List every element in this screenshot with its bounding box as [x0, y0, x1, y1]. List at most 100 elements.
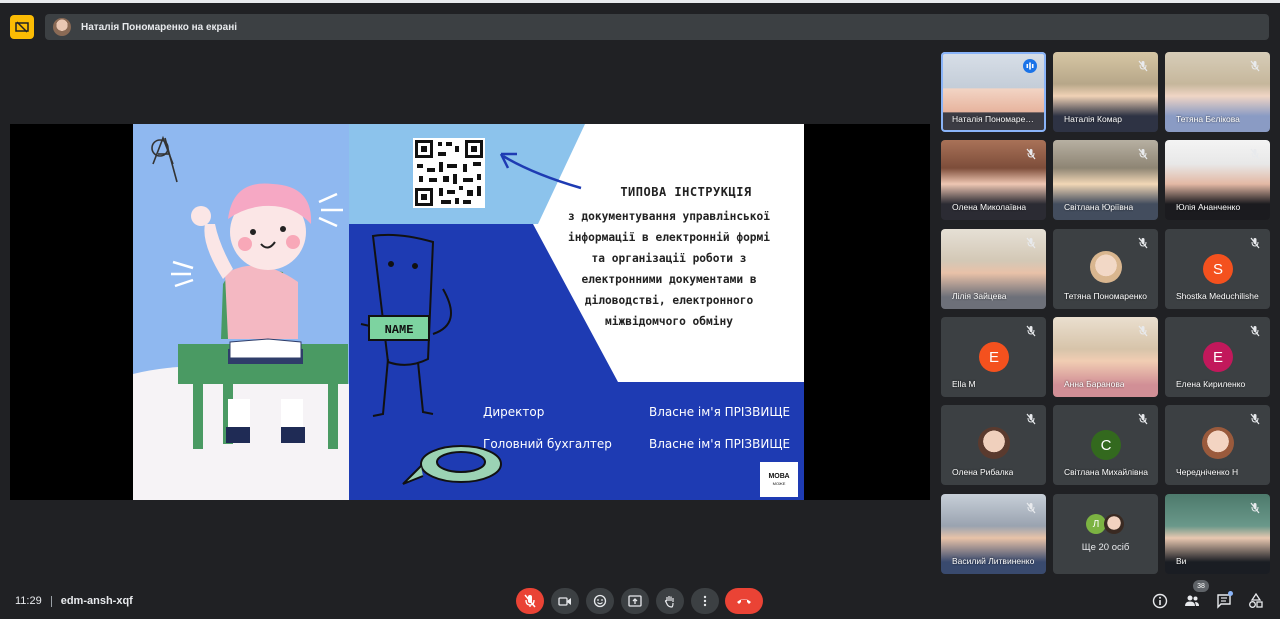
info-icon — [1152, 593, 1168, 609]
participant-avatar — [1090, 251, 1122, 283]
participant-avatar — [1104, 514, 1124, 534]
participant-name: Ви — [1176, 556, 1187, 566]
mic-off-icon — [1249, 236, 1261, 249]
participant-tile[interactable]: Ви — [1165, 494, 1270, 574]
participant-initial-avatar: E — [979, 342, 1009, 372]
participant-name: Наталія Пономаренко — [952, 114, 1037, 124]
participant-tile[interactable]: Юлія Ананченко — [1165, 140, 1270, 220]
participant-initial-avatar: Л — [1086, 514, 1106, 534]
mic-off-icon — [524, 594, 536, 608]
participant-name: Ella M — [952, 379, 976, 389]
mic-off-icon — [1249, 147, 1261, 160]
participant-tile[interactable]: E Елена Кириленко — [1165, 317, 1270, 397]
participant-name: Shostka Meduchilishe — [1176, 291, 1259, 301]
mic-off-icon — [1249, 324, 1261, 337]
participant-tile[interactable]: Лілія Зайцева — [941, 229, 1046, 309]
camera-icon — [558, 597, 571, 606]
mic-off-icon — [1025, 147, 1037, 160]
participant-tile[interactable]: Олена Рибалка — [941, 405, 1046, 485]
leave-call-button[interactable] — [725, 588, 763, 614]
meeting-code: edm-ansh-xqf — [60, 595, 133, 607]
activities-icon — [1249, 593, 1263, 608]
meeting-time: 11:29 — [15, 595, 42, 607]
participant-tile[interactable]: Л Ще 20 осіб — [1053, 494, 1158, 574]
participant-name: Юлія Ананченко — [1176, 202, 1241, 212]
presentation-slide: NAME ТИПОВА ІНСТРУКЦІЯ з документування … — [133, 124, 804, 500]
participant-name: Наталія Комар — [1064, 114, 1122, 124]
chat-button[interactable] — [1213, 590, 1235, 612]
participant-tile[interactable]: Тетяна Пономаренко — [1053, 229, 1158, 309]
participant-name: Чередніченко Н — [1176, 467, 1239, 477]
slide-sign-text: NAME — [385, 323, 414, 337]
participant-avatar — [978, 427, 1010, 459]
participant-name: Олена Рибалка — [952, 467, 1014, 477]
participant-name: Анна Баранова — [1064, 379, 1125, 389]
mic-off-icon — [1137, 236, 1149, 249]
mic-off-icon — [1249, 412, 1261, 425]
participant-tile[interactable]: Наталія Пономаренко — [941, 52, 1046, 132]
participant-name: Світлана Михайлівна — [1064, 467, 1148, 477]
more-vert-icon — [703, 595, 707, 607]
mic-off-icon — [1249, 59, 1261, 72]
reactions-button[interactable] — [586, 588, 614, 614]
participant-tile[interactable]: Наталія Комар — [1053, 52, 1158, 132]
mic-off-icon — [1025, 236, 1037, 249]
divider — [50, 595, 52, 607]
activities-button[interactable] — [1245, 590, 1267, 612]
browser-top-edge — [0, 0, 1280, 3]
present-now-button[interactable] — [621, 588, 649, 614]
shared-screen[interactable]: NAME ТИПОВА ІНСТРУКЦІЯ з документування … — [10, 124, 930, 500]
more-options-button[interactable] — [691, 588, 719, 614]
participant-name: Тетяна Бєлікова — [1176, 114, 1240, 124]
mic-off-icon — [1249, 501, 1261, 514]
slide-row-name-2: Власне ім'я ПРІЗВИЩЕ — [649, 437, 791, 451]
participant-tile[interactable]: Олена Миколаївна — [941, 140, 1046, 220]
emoji-icon — [593, 594, 607, 608]
hang-up-icon — [737, 599, 751, 604]
participant-tile[interactable]: Анна Баранова — [1053, 317, 1158, 397]
presenter-label: Наталія Пономаренко на екрані — [81, 21, 238, 33]
people-button[interactable] — [1181, 590, 1203, 612]
participant-name: Тетяна Пономаренко — [1064, 291, 1147, 301]
slide-title: ТИПОВА ІНСТРУКЦІЯ — [620, 185, 752, 199]
participant-name: Світлана Юріївна — [1064, 202, 1134, 212]
present-screen-icon — [628, 595, 642, 607]
hand-icon — [664, 596, 674, 608]
more-participants-avatars: Л — [1086, 514, 1124, 534]
slide-row-role-1: Директор — [483, 405, 545, 419]
presenter-banner: Наталія Пономаренко на екрані — [45, 14, 1269, 40]
mic-off-icon — [1137, 147, 1149, 160]
chat-notification-dot — [1228, 591, 1233, 596]
participant-name: Олена Миколаївна — [952, 202, 1027, 212]
participant-name: Лілія Зайцева — [952, 291, 1007, 301]
participant-initial-avatar: E — [1203, 342, 1233, 372]
participant-tile[interactable]: S Shostka Meduchilishe — [1165, 229, 1270, 309]
participant-initial-avatar: С — [1091, 430, 1121, 460]
slide-body: з документування управлінської інформаці… — [567, 210, 771, 328]
mic-off-icon — [1137, 59, 1149, 72]
qr-code — [413, 138, 485, 208]
participant-tile[interactable]: С Світлана Михайлівна — [1053, 405, 1158, 485]
mic-off-icon — [1025, 412, 1037, 425]
speaking-indicator-icon — [1023, 59, 1037, 73]
mic-off-icon — [1137, 412, 1149, 425]
participant-avatar — [1202, 427, 1234, 459]
more-participants-label: Ще 20 осіб — [1081, 542, 1130, 553]
participant-name: Василий Литвиненко — [952, 556, 1035, 566]
mic-toggle-button[interactable] — [516, 588, 544, 614]
participant-tile[interactable]: Василий Литвиненко — [941, 494, 1046, 574]
meeting-details-button[interactable] — [1149, 590, 1171, 612]
mic-off-icon — [1137, 324, 1149, 337]
slide-row-name-1: Власне ім'я ПРІЗВИЩЕ — [649, 405, 791, 419]
participant-tile[interactable]: E Ella M — [941, 317, 1046, 397]
slide-logo: МОВА МОЖЕ — [760, 462, 798, 497]
participant-tile[interactable]: Тетяна Бєлікова — [1165, 52, 1270, 132]
participant-tile[interactable]: Чередніченко Н — [1165, 405, 1270, 485]
participant-tile[interactable]: Світлана Юріївна — [1053, 140, 1158, 220]
mic-off-icon — [1025, 501, 1037, 514]
camera-toggle-button[interactable] — [551, 588, 579, 614]
slide-row-role-2: Головний бухгалтер — [483, 437, 612, 451]
presentation-icon[interactable] — [10, 15, 34, 39]
presenter-avatar — [53, 18, 71, 36]
raise-hand-button[interactable] — [656, 588, 684, 614]
